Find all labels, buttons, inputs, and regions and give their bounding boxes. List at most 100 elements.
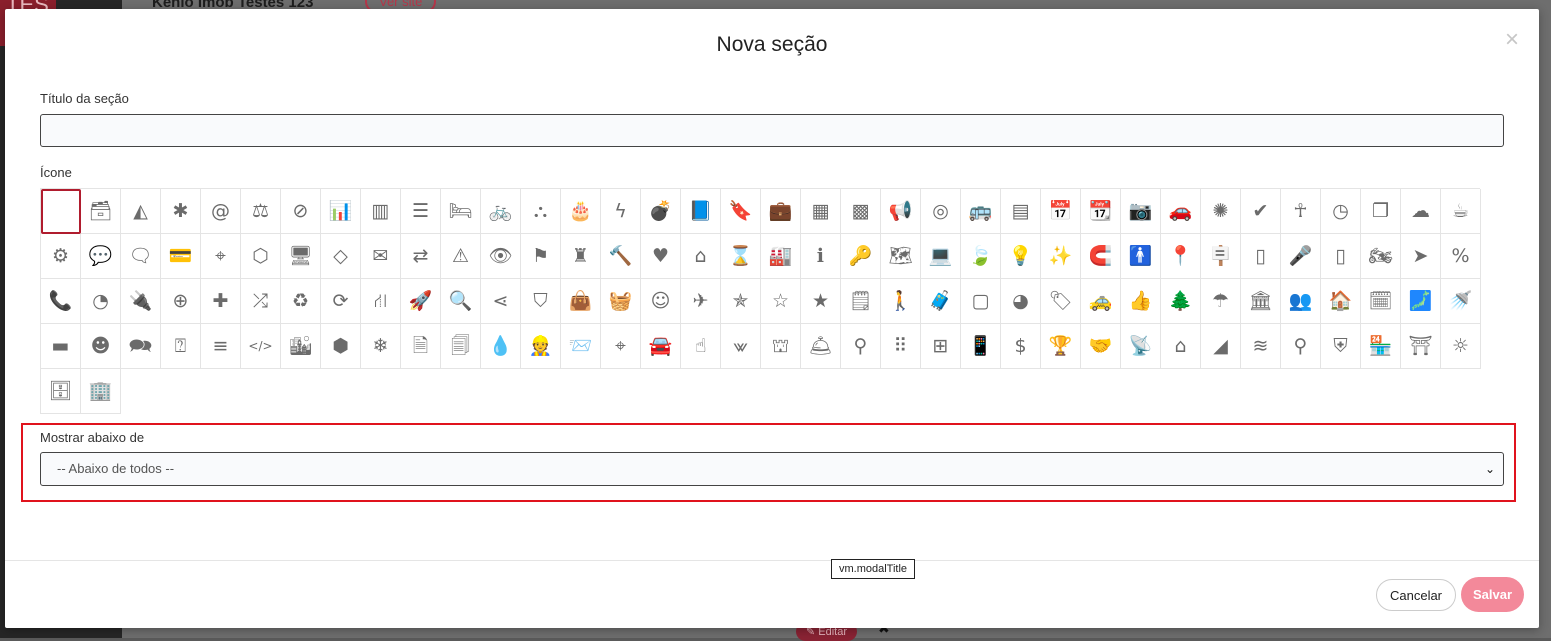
icon-option[interactable]: ℹ (801, 234, 841, 279)
icon-option[interactable]: ⚠ (441, 234, 481, 279)
icon-option[interactable]: ≋ (1241, 324, 1281, 369)
icon-option[interactable]: ⛨ (1321, 324, 1361, 369)
icon-option[interactable]: 👁 (481, 234, 521, 279)
icon-option[interactable]: 🔑 (841, 234, 881, 279)
icon-option[interactable]: 📨 (561, 324, 601, 369)
icon-option[interactable]: 🚘 (641, 324, 681, 369)
icon-option[interactable]: $ (1001, 324, 1041, 369)
icon-option[interactable]: ♥ (641, 234, 681, 279)
icon-option[interactable]: 📘 (681, 189, 721, 234)
icon-option[interactable]: 📆 (1081, 189, 1121, 234)
icon-option[interactable]: ⌖ (201, 234, 241, 279)
save-button[interactable]: Salvar (1461, 577, 1524, 612)
close-icon[interactable]: × (1505, 28, 1519, 52)
icon-option[interactable]: 🚲 (481, 189, 521, 234)
icon-option[interactable]: 🔨 (601, 234, 641, 279)
icon-option[interactable]: ♻ (281, 279, 321, 324)
icon-option[interactable]: ▬ (41, 324, 81, 369)
icon-option[interactable]: ▯ (1241, 234, 1281, 279)
icon-option[interactable]: 🚹 (1121, 234, 1161, 279)
icon-option[interactable]: 🪧 (1201, 234, 1241, 279)
icon-option[interactable]: ⛩ (1401, 324, 1441, 369)
icon-option[interactable]: 🗓 (1361, 279, 1401, 324)
icon-option[interactable]: ☰ (401, 189, 441, 234)
icon-option[interactable]: 👜 (561, 279, 601, 324)
icon-option[interactable]: 🔌 (121, 279, 161, 324)
icon-option[interactable]: 🏢 (81, 369, 121, 414)
icon-option[interactable]: 🗒 (841, 279, 881, 324)
icon-option[interactable]: ⋖ (481, 279, 521, 324)
icon-option[interactable]: ⚲ (841, 324, 881, 369)
icon-option[interactable]: ⬡ (241, 234, 281, 279)
icon-option[interactable]: ⛫ (761, 324, 801, 369)
icon-option[interactable]: ▥ (361, 189, 401, 234)
icon-option[interactable]: ◔ (81, 279, 121, 324)
icon-option[interactable]: 💬 (81, 234, 121, 279)
icon-option[interactable]: ☂ (1201, 279, 1241, 324)
icon-option[interactable]: ✈ (681, 279, 721, 324)
icon-option[interactable]: ➤ (1401, 234, 1441, 279)
icon-option[interactable]: 📅 (1041, 189, 1081, 234)
icon-option[interactable]: ⍰ (161, 324, 201, 369)
icon-option[interactable]: 🔖 (721, 189, 761, 234)
icon-option[interactable]: 🚶 (881, 279, 921, 324)
icon-option[interactable]: 💣 (641, 189, 681, 234)
icon-option[interactable]: 💼 (761, 189, 801, 234)
icon-option[interactable]: 🏠 (1321, 279, 1361, 324)
icon-option[interactable]: ☁ (1401, 189, 1441, 234)
icon-option[interactable]: 💻 (921, 234, 961, 279)
icon-option[interactable]: 👍 (1121, 279, 1161, 324)
icon-option[interactable]: ⚲ (1281, 324, 1321, 369)
icon-option[interactable]: 🧲 (1081, 234, 1121, 279)
icon-option[interactable]: ★ (801, 279, 841, 324)
icon-option[interactable]: ⊞ (921, 324, 961, 369)
icon-option[interactable]: ☺ (641, 279, 681, 324)
icon-option[interactable]: ✚ (201, 279, 241, 324)
icon-option[interactable]: 📊 (321, 189, 361, 234)
icon-option[interactable]: ◎ (921, 189, 961, 234)
icon-option[interactable]: 📢 (881, 189, 921, 234)
icon-option[interactable]: 🚕 (1081, 279, 1121, 324)
icon-option[interactable]: 📷 (1121, 189, 1161, 234)
icon-option[interactable]: ⚑ (521, 234, 561, 279)
icon-option[interactable]: ⚙ (41, 234, 81, 279)
icon-option[interactable]: ◇ (321, 234, 361, 279)
icon-option[interactable]: ⌛ (721, 234, 761, 279)
icon-option[interactable]: 🗺 (881, 234, 921, 279)
icon-option[interactable]: ☕ (1441, 189, 1481, 234)
icon-option[interactable]: 🍃 (961, 234, 1001, 279)
icon-option[interactable]: 🏷 (1041, 279, 1081, 324)
icon-option[interactable] (41, 189, 81, 234)
icon-option[interactable]: 🗨 (121, 234, 161, 279)
icon-option[interactable]: 💡 (1001, 234, 1041, 279)
icon-option[interactable]: 🖥 (281, 234, 321, 279)
icon-option[interactable]: 🚌 (961, 189, 1001, 234)
icon-option[interactable]: 📱 (961, 324, 1001, 369)
icon-option[interactable]: 🧺 (601, 279, 641, 324)
icon-option[interactable]: 🏆 (1041, 324, 1081, 369)
icon-option[interactable]: ▦ (801, 189, 841, 234)
section-title-input[interactable] (40, 114, 1504, 147)
icon-option[interactable]: 🏛 (1241, 279, 1281, 324)
icon-option[interactable]: ⇄ (401, 234, 441, 279)
icon-option[interactable]: ☝ (681, 324, 721, 369)
icon-option[interactable]: ⬢ (321, 324, 361, 369)
icon-option[interactable]: 🗄 (41, 369, 81, 414)
icon-option[interactable]: ⊕ (161, 279, 201, 324)
icon-option[interactable]: 🚗 (1161, 189, 1201, 234)
icon-option[interactable]: 🚀 (401, 279, 441, 324)
icon-option[interactable]: ✺ (1201, 189, 1241, 234)
icon-option[interactable]: 👷 (521, 324, 561, 369)
icon-option[interactable]: 🏭 (761, 234, 801, 279)
icon-option[interactable]: % (1441, 234, 1481, 279)
icon-option[interactable]: 🗐 (441, 324, 481, 369)
icon-option[interactable]: ☻ (81, 324, 121, 369)
icon-option[interactable]: </> (241, 324, 281, 369)
icon-option[interactable]: ❄ (361, 324, 401, 369)
icon-option[interactable]: ⌖ (601, 324, 641, 369)
show-below-select[interactable]: -- Abaixo de todos -- ⌄ (40, 452, 1504, 486)
icon-option[interactable]: ⠿ (881, 324, 921, 369)
icon-option[interactable]: ⛬ (521, 189, 561, 234)
icon-option[interactable]: @ (201, 189, 241, 234)
icon-option[interactable]: 💧 (481, 324, 521, 369)
